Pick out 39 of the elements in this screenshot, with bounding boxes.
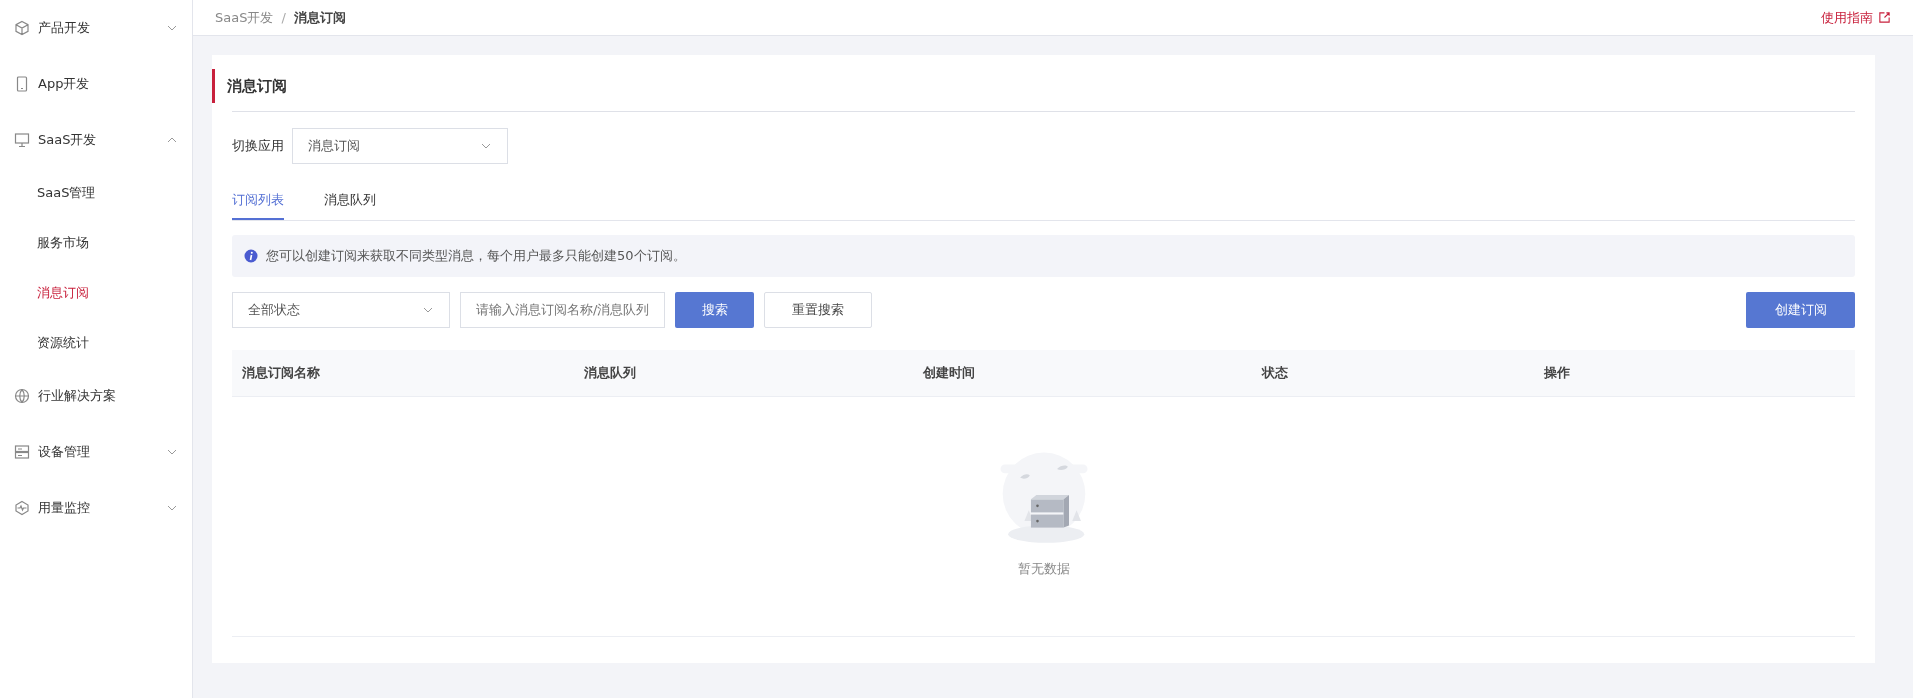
sidebar-subitem[interactable]: 服务市场 [0,218,192,268]
info-icon [244,248,258,263]
tab[interactable]: 消息队列 [324,186,376,220]
breadcrumb-item: 消息订阅 [293,8,346,27]
tab[interactable]: 订阅列表 [232,186,284,220]
sidebar-item[interactable]: App开发 [0,56,192,112]
column-header: 操作 [1543,363,1570,382]
guide-link[interactable]: 使用指南 [1821,7,1891,28]
search-field[interactable]: 请输入消息订阅名称/消息队列 [460,291,665,328]
create-button[interactable]: 创建订阅 [1746,291,1855,328]
sidebar-item[interactable]: 产品开发 [0,0,192,56]
cube-icon [14,20,30,36]
server-icon [14,444,30,460]
sidebar-item[interactable]: 行业解决方案 [0,368,192,424]
info-text: 您可以创建订阅来获取不同类型消息，每个用户最多只能创建50个订阅。 [266,246,686,265]
phone-icon [14,76,30,92]
column-header: 状态 [1260,363,1289,382]
page-title: 消息订阅 [212,69,1855,103]
reset-button[interactable]: 重置搜索 [764,291,872,328]
sidebar-subitem[interactable]: 消息订阅 [0,268,192,318]
column-header: 消息队列 [583,363,637,382]
column-header: 消息订阅名称 [241,363,321,382]
monitor-pulse-icon [14,500,30,516]
breadcrumb-separator: / [281,8,286,27]
column-header: 创建时间 [922,363,976,382]
sidebar-subitem[interactable]: SaaS管理 [0,168,192,218]
globe-icon [14,388,30,404]
app-select[interactable]: 消息订阅 [292,128,508,164]
field-label: 切换应用 [232,137,284,156]
external-link-icon [1878,11,1891,24]
sidebar-subitem[interactable]: 资源统计 [0,318,192,368]
breadcrumb-item[interactable]: SaaS开发 [215,7,274,28]
search-button[interactable]: 搜索 [675,291,754,328]
sidebar-item[interactable]: 设备管理 [0,424,192,480]
sidebar-item[interactable]: 用量监控 [0,480,192,536]
monitor-icon [14,132,30,148]
sidebar-item[interactable]: SaaS开发 [0,112,192,168]
empty-text: 暂无数据 [1017,559,1070,578]
status-select[interactable]: 全部状态 [232,291,450,328]
